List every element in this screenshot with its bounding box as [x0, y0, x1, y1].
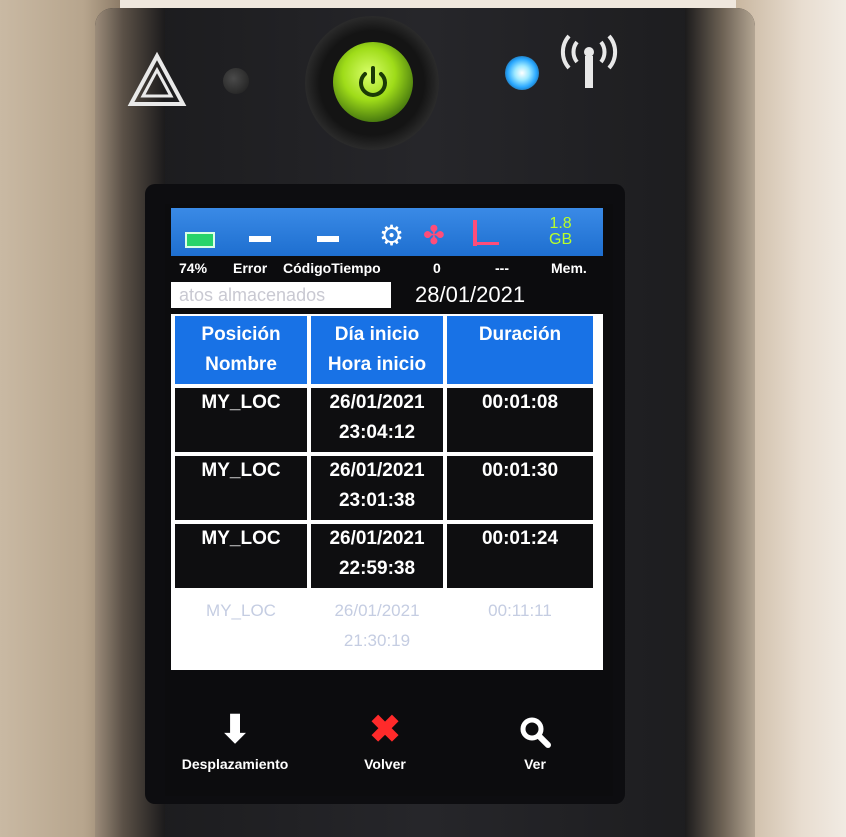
close-icon: ✖ — [369, 709, 401, 751]
back-button[interactable]: ✖ Volver — [335, 704, 435, 772]
row-2-start[interactable]: 26/01/2021 23:01:38 — [311, 456, 443, 520]
header-start-day-hour[interactable]: Día inicio Hora inicio — [311, 316, 443, 384]
partial-row-name: MY_LOC — [206, 601, 276, 620]
scroll-label: Desplazamiento — [181, 756, 289, 772]
screen-title: atos almacenados — [171, 282, 391, 308]
header-position-name[interactable]: Posición Nombre — [175, 316, 307, 384]
header-duration[interactable]: Duración — [447, 316, 593, 384]
fan-icon: ✤ — [423, 220, 445, 250]
status-bar: ⚙ ✤ 1.8 GB — [171, 208, 603, 256]
zero-label: 0 — [433, 260, 441, 276]
row-2-duration[interactable]: 00:01:30 — [447, 456, 593, 520]
row-3-name[interactable]: MY_LOC — [175, 524, 307, 588]
status-labels: 74% Error CódigoTiempo 0 --- Mem. — [171, 258, 603, 280]
battery-icon — [185, 232, 215, 248]
row-3-duration[interactable]: 00:01:24 — [447, 524, 593, 588]
partial-row-time: 21:30:19 — [343, 631, 411, 650]
row-2-name[interactable]: MY_LOC — [175, 456, 307, 520]
view-label: Ver — [524, 756, 546, 772]
partial-row[interactable]: MY_LOC 26/01/2021 21:30:19 00:11:11 — [171, 596, 603, 666]
power-button[interactable] — [333, 42, 413, 122]
code-time-label: CódigoTiempo — [283, 260, 381, 276]
gear-icon: ⚙ — [379, 220, 405, 251]
scroll-button[interactable]: ⬇ Desplazamiento — [165, 704, 305, 772]
back-label: Volver — [364, 756, 406, 772]
error-indicator — [249, 236, 271, 242]
status-led-blue — [505, 56, 539, 90]
row-1-start[interactable]: 26/01/2021 23:04:12 — [311, 388, 443, 452]
memory-value: 1.8 GB — [549, 215, 573, 248]
partial-row-date: 26/01/2021 — [334, 601, 420, 620]
bottom-softkeys: ⬇ Desplazamiento ✖ Volver Ver — [165, 704, 613, 796]
antenna-icon — [560, 34, 618, 88]
power-icon — [359, 66, 387, 97]
signal-icon — [473, 220, 499, 246]
device-rail-right — [685, 8, 755, 837]
error-label: Error — [233, 260, 268, 276]
screen-title-row: atos almacenados 28/01/2021 — [171, 280, 603, 310]
device-screen: ⚙ ✤ 1.8 GB 74% Error CódigoTiempo 0 --- … — [165, 204, 613, 796]
status-led-grey — [223, 68, 249, 94]
row-1-name[interactable]: MY_LOC — [175, 388, 307, 452]
search-icon — [485, 704, 585, 756]
warning-icon — [127, 51, 187, 106]
battery-percent: 74% — [179, 260, 208, 276]
records-table: Posición Nombre Día inicio Hora inicio D… — [171, 314, 603, 670]
code-indicator — [317, 236, 339, 242]
arrow-down-icon: ⬇ — [219, 709, 251, 751]
memory-label: Mem. — [551, 260, 587, 276]
row-1-duration[interactable]: 00:01:08 — [447, 388, 593, 452]
partial-row-duration: 00:11:11 — [488, 601, 552, 620]
current-date: 28/01/2021 — [415, 282, 526, 307]
view-button[interactable]: Ver — [485, 704, 585, 772]
row-3-start[interactable]: 26/01/2021 22:59:38 — [311, 524, 443, 588]
dash-label: --- — [495, 260, 509, 276]
